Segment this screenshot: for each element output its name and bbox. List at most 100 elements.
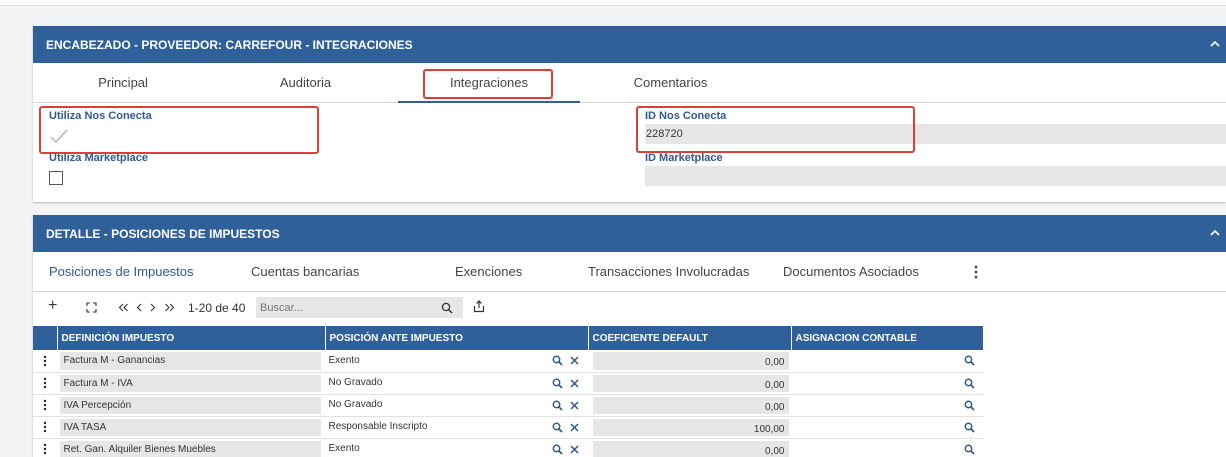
impuestos-table: DEFINICIÓN IMPUESTO POSICIÓN ANTE IMPUES… — [33, 326, 984, 457]
row-menu-icon[interactable] — [43, 443, 47, 455]
definicion-impuesto-value: IVA TASA — [59, 418, 321, 436]
tab-principal[interactable]: Principal — [78, 63, 168, 103]
header-panel-titlebar[interactable]: ENCABEZADO - PROVEEDOR: CARREFOUR - INTE… — [33, 26, 1226, 63]
utiliza-marketplace-checkbox[interactable] — [49, 171, 63, 185]
search-icon[interactable] — [964, 378, 975, 389]
row-menu-icon[interactable] — [43, 377, 47, 389]
row-menu-cell[interactable] — [33, 416, 58, 439]
search-icon[interactable] — [964, 422, 975, 433]
search-icon[interactable] — [552, 355, 563, 366]
table-header-row: DEFINICIÓN IMPUESTO POSICIÓN ANTE IMPUES… — [33, 326, 984, 350]
definicion-impuesto-cell: Factura M - Ganancias — [57, 350, 326, 373]
definicion-impuesto-cell: IVA TASA — [57, 416, 326, 439]
tab-comentarios[interactable]: Comentarios — [618, 63, 723, 103]
search-icon[interactable] — [964, 355, 975, 366]
coeficiente-default-value: 0,00 — [592, 396, 789, 414]
definicion-impuesto-cell: IVA Percepción — [57, 394, 326, 417]
table-row[interactable]: Factura M - Ganancias Exento 0,00 — [33, 350, 984, 373]
prev-page-icon[interactable] — [135, 302, 143, 313]
expand-icon[interactable] — [86, 302, 97, 313]
clear-icon[interactable] — [569, 400, 580, 411]
table-row[interactable]: Ret. Gan. Alquiler Bienes Muebles Exento 0… — [33, 438, 984, 457]
top-bar — [0, 0, 1226, 6]
search-icon[interactable] — [964, 444, 975, 455]
row-menu-icon[interactable] — [43, 421, 47, 433]
header-tabs: Principal Auditoria Integraciones Coment… — [33, 63, 1226, 103]
pager-range: 1-20 de 40 — [188, 301, 246, 315]
tab-auditoria[interactable]: Auditoria — [263, 63, 348, 103]
search-icon[interactable] — [441, 302, 453, 314]
coeficiente-default-value: 100,00 — [592, 418, 789, 436]
first-page-icon[interactable] — [118, 302, 129, 313]
asignacion-contable-cell[interactable] — [791, 372, 984, 395]
asignacion-contable-cell[interactable] — [791, 394, 984, 417]
more-vertical-icon[interactable] — [973, 265, 979, 279]
row-menu-header — [33, 326, 58, 350]
search-icon[interactable] — [552, 422, 563, 433]
asignacion-contable-cell[interactable] — [791, 416, 984, 439]
coeficiente-default-cell: 0,00 — [588, 350, 792, 373]
column-header-posicion-ante-impuesto[interactable]: POSICIÓN ANTE IMPUESTO — [325, 326, 589, 350]
posicion-ante-impuesto-value[interactable]: No Gravado — [326, 373, 588, 393]
detail-panel: DETALLE - POSICIONES DE IMPUESTOS Posici… — [33, 215, 1226, 457]
tab-exenciones[interactable]: Exenciones — [455, 252, 522, 292]
coeficiente-default-value: 0,00 — [592, 440, 789, 457]
asignacion-contable-cell[interactable] — [791, 350, 984, 373]
search-icon[interactable] — [964, 400, 975, 411]
coeficiente-default-cell: 0,00 — [588, 394, 792, 417]
row-menu-icon[interactable] — [43, 399, 47, 411]
id-marketplace-field[interactable] — [645, 166, 1226, 186]
search-icon[interactable] — [552, 378, 563, 389]
clear-icon[interactable] — [569, 422, 580, 433]
definicion-impuesto-value: IVA Percepción — [59, 396, 321, 414]
clear-icon[interactable] — [569, 378, 580, 389]
coeficiente-default-cell: 0,00 — [588, 372, 792, 395]
search-icon[interactable] — [552, 400, 563, 411]
id-marketplace-label: ID Marketplace — [645, 152, 723, 164]
tab-transacciones-involucradas[interactable]: Transacciones Involucradas — [588, 252, 749, 292]
column-header-coeficiente-default[interactable]: COEFICIENTE DEFAULT — [588, 326, 792, 350]
definicion-impuesto-cell: Ret. Gan. Alquiler Bienes Muebles — [57, 438, 326, 457]
detail-panel-title: DETALLE - POSICIONES DE IMPUESTOS — [46, 226, 280, 241]
posicion-ante-impuesto-cell[interactable]: No Gravado — [325, 372, 589, 395]
posicion-ante-impuesto-value[interactable]: Exento — [326, 351, 588, 371]
tab-cuentas-bancarias[interactable]: Cuentas bancarias — [251, 252, 359, 292]
posicion-ante-impuesto-value[interactable]: Exento — [326, 439, 588, 457]
column-header-asignacion-contable[interactable]: ASIGNACION CONTABLE — [791, 326, 984, 350]
last-page-icon[interactable] — [164, 302, 175, 313]
coeficiente-default-value: 0,00 — [592, 374, 789, 392]
posicion-ante-impuesto-cell[interactable]: Exento — [325, 438, 589, 457]
chevron-up-icon[interactable] — [1208, 37, 1222, 51]
table-row[interactable]: Factura M - IVA No Gravado 0,00 — [33, 372, 984, 395]
table-row[interactable]: IVA TASA Responsable Inscripto 100,00 — [33, 416, 984, 439]
definicion-impuesto-value: Factura M - IVA — [59, 374, 321, 392]
next-page-icon[interactable] — [149, 302, 157, 313]
detail-panel-titlebar[interactable]: DETALLE - POSICIONES DE IMPUESTOS — [33, 215, 1226, 252]
highlight-tab-integraciones — [423, 69, 553, 99]
posicion-ante-impuesto-cell[interactable]: No Gravado — [325, 394, 589, 417]
search-icon[interactable] — [552, 444, 563, 455]
chevron-up-icon[interactable] — [1208, 226, 1222, 240]
column-header-definicion-impuesto[interactable]: DEFINICIÓN IMPUESTO — [57, 326, 326, 350]
tab-posiciones-de-impuestos[interactable]: Posiciones de Impuestos — [49, 252, 194, 292]
asignacion-contable-cell[interactable] — [791, 438, 984, 457]
detail-tabs: Posiciones de Impuestos Cuentas bancaria… — [33, 252, 1226, 292]
posicion-ante-impuesto-value[interactable]: No Gravado — [326, 395, 588, 415]
definicion-impuesto-value: Factura M - Ganancias — [59, 352, 321, 370]
row-menu-cell[interactable] — [33, 394, 58, 417]
posicion-ante-impuesto-cell[interactable]: Responsable Inscripto — [325, 416, 589, 439]
posicion-ante-impuesto-cell[interactable]: Exento — [325, 350, 589, 373]
add-button[interactable]: + — [48, 298, 57, 314]
export-icon[interactable] — [473, 300, 485, 313]
row-menu-icon[interactable] — [43, 355, 47, 367]
table-row[interactable]: IVA Percepción No Gravado 0,00 — [33, 394, 984, 417]
search-input[interactable] — [256, 297, 463, 318]
posicion-ante-impuesto-value[interactable]: Responsable Inscripto — [326, 417, 588, 437]
row-menu-cell[interactable] — [33, 350, 58, 373]
tab-documentos-asociados[interactable]: Documentos Asociados — [783, 252, 919, 292]
definicion-impuesto-cell: Factura M - IVA — [57, 372, 326, 395]
row-menu-cell[interactable] — [33, 438, 58, 457]
row-menu-cell[interactable] — [33, 372, 58, 395]
clear-icon[interactable] — [569, 355, 580, 366]
clear-icon[interactable] — [569, 444, 580, 455]
